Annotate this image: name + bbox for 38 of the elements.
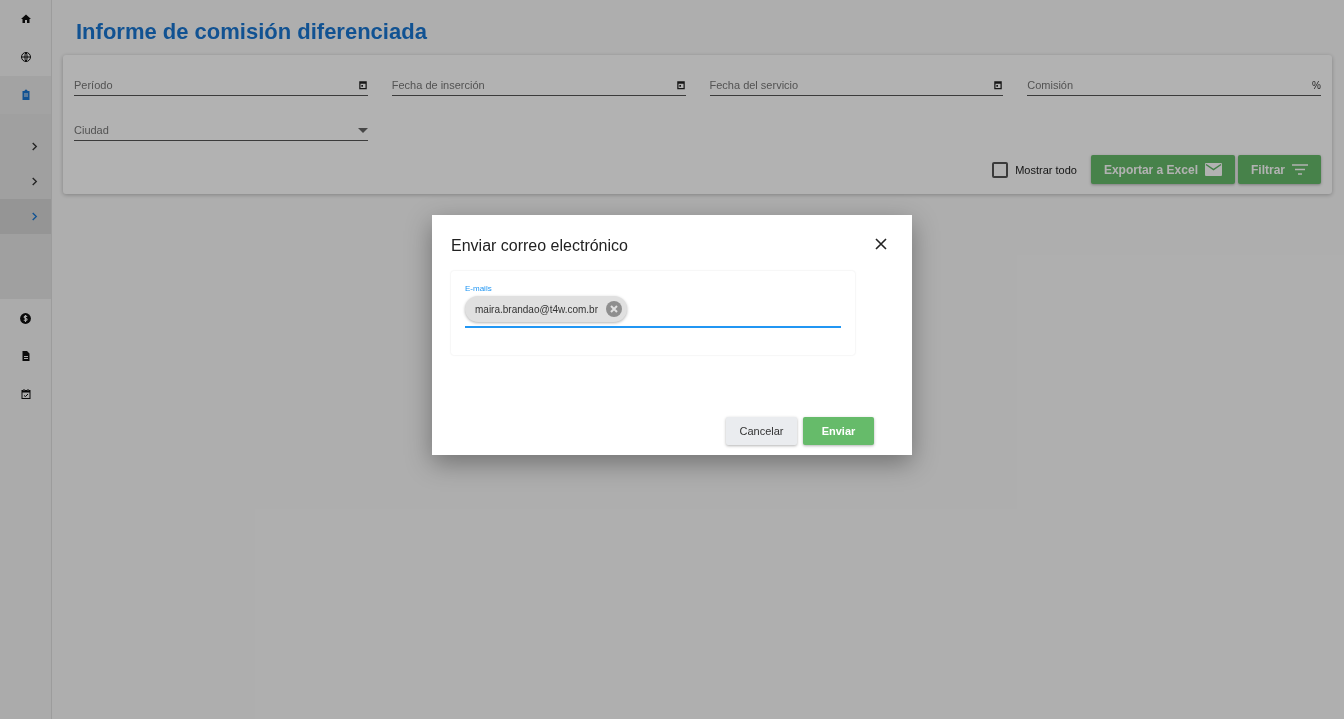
field-label: Comisión — [1027, 79, 1074, 91]
filter-button[interactable]: Filtrar — [1238, 155, 1321, 184]
email-input-field[interactable]: maira.brandao@t4w.com.br — [465, 293, 841, 328]
field-label: Período — [74, 79, 113, 91]
checkbox-square[interactable] — [992, 161, 1009, 178]
show-all-checkbox[interactable]: Mostrar todo — [992, 161, 1077, 178]
calendar-icon — [675, 80, 686, 90]
export-button[interactable]: Exportar a Excel — [1090, 155, 1235, 184]
percent-suffix: % — [1312, 79, 1321, 91]
cancel-button[interactable]: Cancelar — [726, 417, 797, 445]
dollar-coin-icon — [19, 311, 32, 325]
calendar-icon — [357, 80, 368, 90]
dropdown-caret-icon — [357, 127, 368, 133]
checkbox-label: Mostrar todo — [1015, 163, 1077, 176]
chip-text: maira.brandao@t4w.com.br — [475, 303, 598, 315]
field-label: E-mails — [465, 284, 493, 293]
filter-field[interactable]: Ciudad — [74, 120, 368, 141]
filter-lines-icon — [1292, 164, 1308, 175]
calendar-icon — [993, 80, 1004, 90]
field-label: Fecha de inserción — [391, 79, 485, 91]
chevron-right-icon — [31, 212, 38, 221]
mail-icon — [1205, 163, 1222, 176]
home-icon — [19, 13, 32, 25]
filter-field[interactable]: Fecha del servicio — [709, 75, 1004, 96]
chevron-right-icon — [31, 177, 38, 186]
remove-chip-icon[interactable] — [606, 301, 622, 317]
dialog-title: Enviar correo electrónico — [451, 237, 628, 255]
field-label: Fecha del servicio — [709, 79, 799, 91]
filter-field[interactable]: Fecha de inserción — [391, 75, 686, 96]
page-title: Informe de comisión diferenciada — [76, 19, 428, 45]
calendar-icon — [19, 388, 32, 400]
send-button[interactable]: Enviar — [803, 417, 874, 445]
filter-field[interactable]: Período — [74, 75, 368, 96]
filter-field[interactable]: Comisión % — [1027, 75, 1321, 96]
globe-icon — [19, 51, 32, 63]
chevron-right-icon — [31, 142, 38, 151]
field-label: Ciudad — [74, 124, 109, 136]
close-icon[interactable] — [874, 237, 888, 251]
